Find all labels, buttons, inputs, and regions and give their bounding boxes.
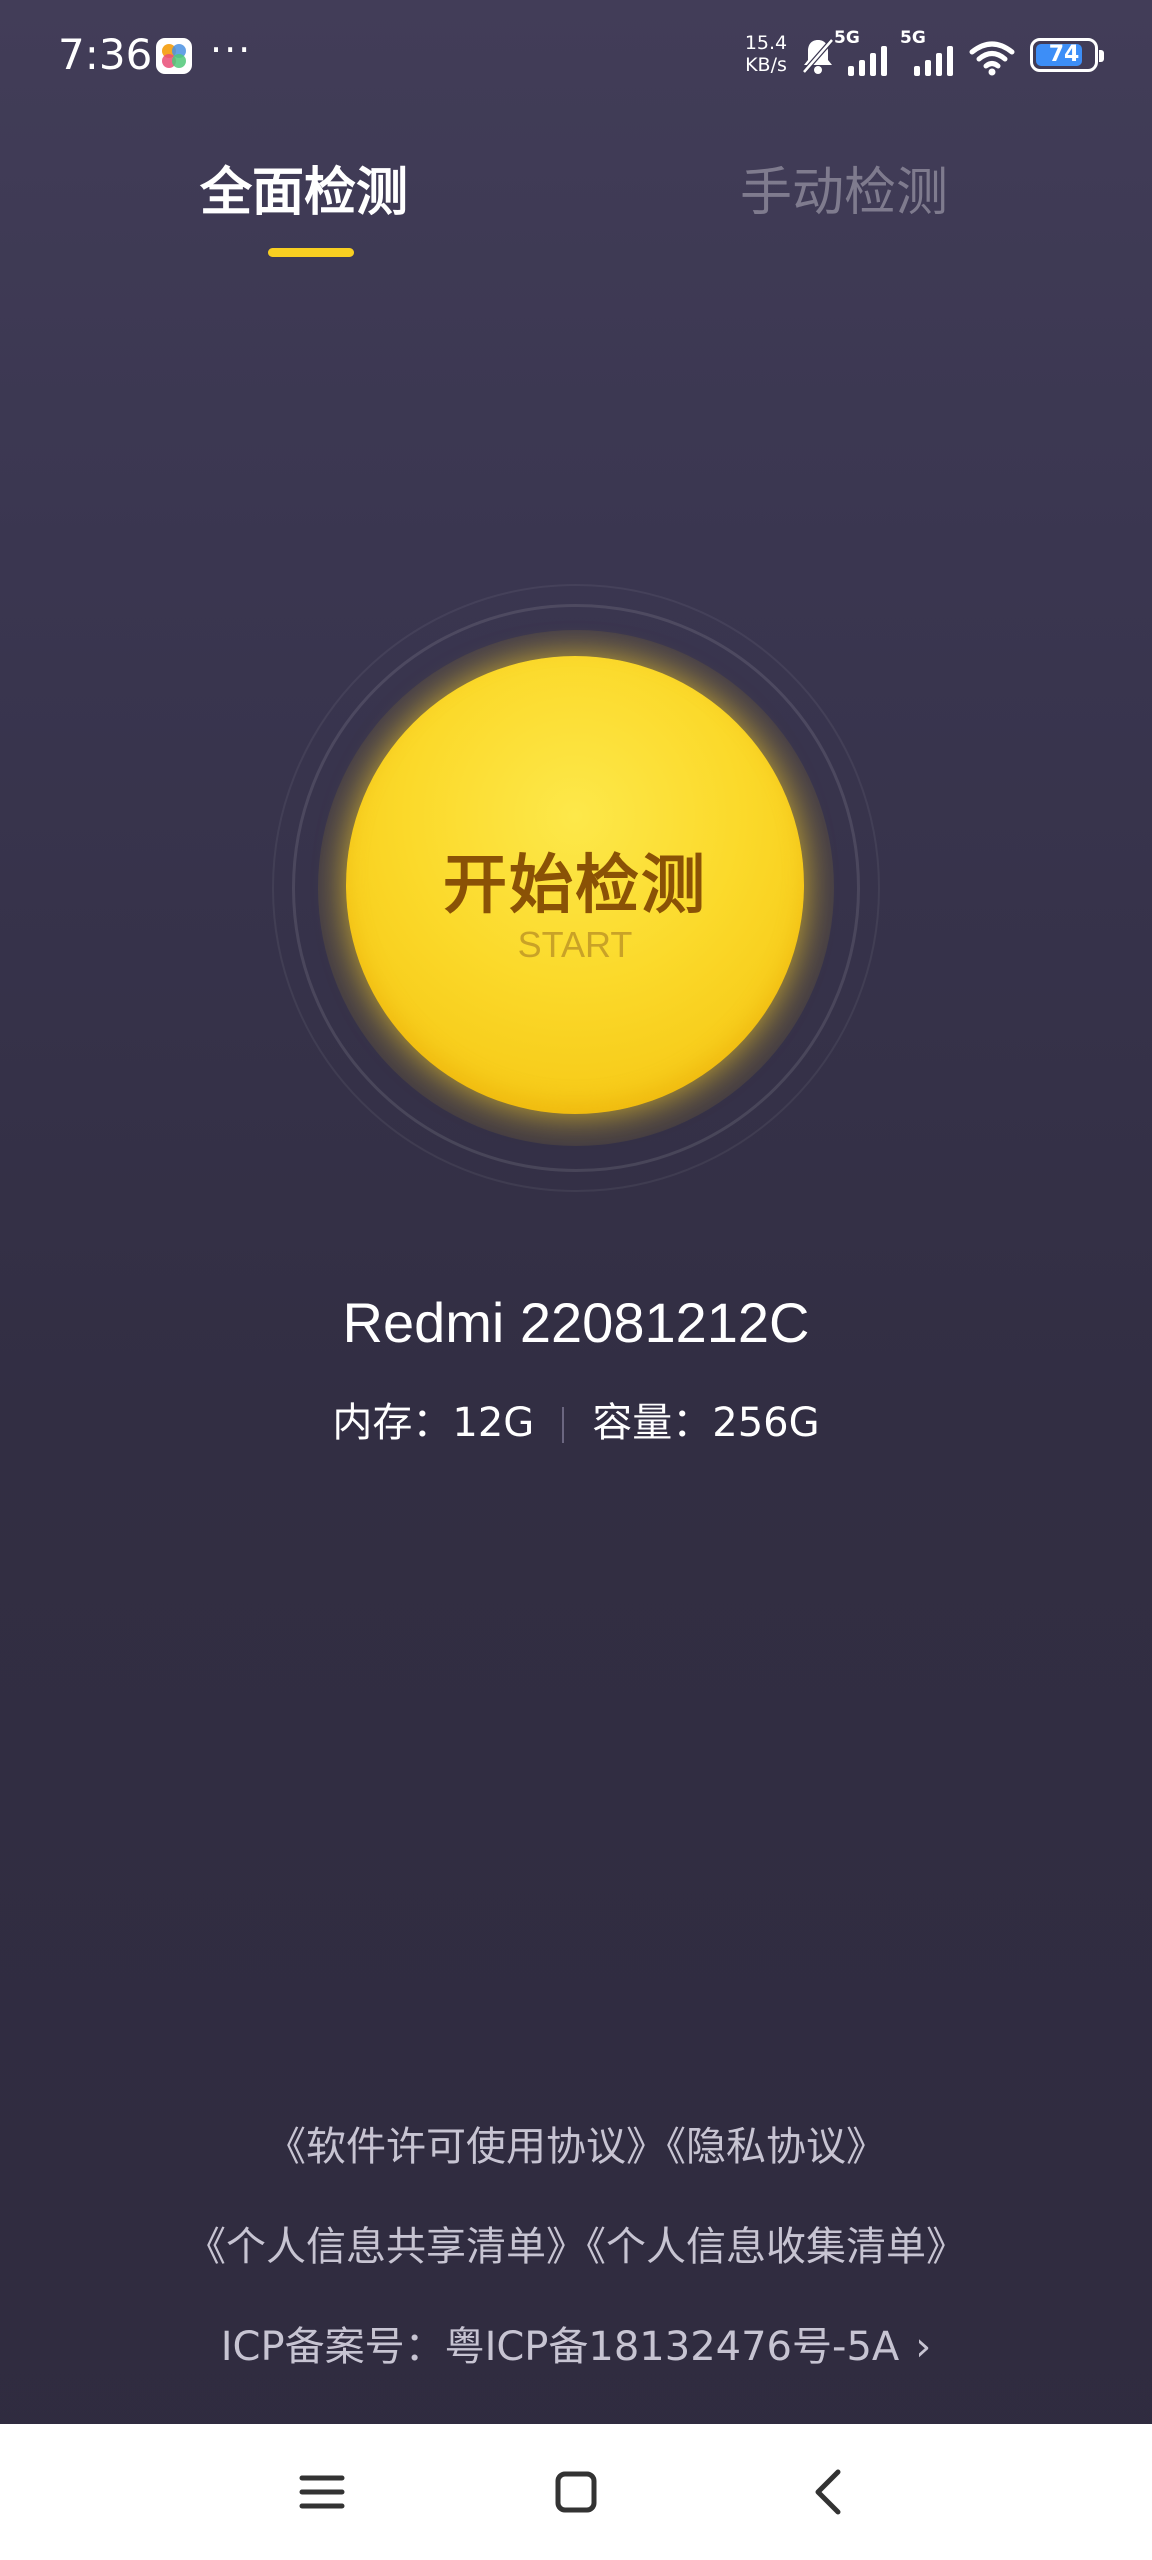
mute-bell-icon bbox=[802, 38, 834, 74]
menu-icon[interactable] bbox=[292, 2462, 352, 2522]
license-agreement-link[interactable]: 《软件许可使用协议》 bbox=[266, 2124, 666, 2170]
device-storage: 容量：256G bbox=[592, 1400, 820, 1446]
status-time: 7:36 bbox=[58, 30, 153, 79]
device-model: Redmi 22081212C bbox=[342, 1291, 810, 1354]
tab-full-check[interactable]: 全面检测 bbox=[200, 150, 408, 225]
network-speed-value: 15.4 bbox=[744, 32, 788, 54]
battery-icon: 74 bbox=[1030, 38, 1104, 72]
home-icon[interactable] bbox=[546, 2462, 606, 2522]
tab-manual-check[interactable]: 手动检测 bbox=[740, 150, 948, 225]
start-button-sublabel: START bbox=[517, 924, 633, 965]
agreement-links: 《软件许可使用协议》《隐私协议》 bbox=[0, 2114, 1152, 2172]
battery-nub bbox=[1099, 50, 1104, 62]
network-speed: 15.4 KB/s bbox=[744, 32, 788, 76]
icp-record-link[interactable]: ICP备案号：粤ICP备18132476号-5A › bbox=[0, 2314, 1152, 2372]
chevron-right-icon: › bbox=[915, 2324, 932, 2370]
status-bar: 7:36 ··· 15.4 KB/s 5G 5G 74 bbox=[0, 0, 1152, 112]
info-collect-list-link[interactable]: 《个人信息收集清单》 bbox=[586, 2224, 966, 2270]
wifi-icon bbox=[969, 41, 1015, 76]
device-specs: 内存：12G 容量：256G bbox=[0, 1390, 1152, 1448]
info-share-list-link[interactable]: 《个人信息共享清单》 bbox=[186, 2224, 586, 2270]
battery-level: 74 bbox=[1048, 42, 1080, 67]
app-icon bbox=[156, 38, 192, 74]
device-memory: 内存：12G bbox=[332, 1400, 535, 1446]
icp-record-text: ICP备案号：粤ICP备18132476号-5A bbox=[220, 2324, 900, 2370]
back-icon[interactable] bbox=[800, 2462, 860, 2522]
signal-icon bbox=[914, 46, 953, 76]
privacy-agreement-link[interactable]: 《隐私协议》 bbox=[666, 2124, 886, 2170]
signal-icon bbox=[848, 46, 887, 76]
personal-info-links: 《个人信息共享清单》《个人信息收集清单》 bbox=[0, 2214, 1152, 2272]
start-button-label: 开始检测 bbox=[443, 849, 707, 923]
network-speed-unit: KB/s bbox=[745, 54, 787, 76]
tab-active-indicator bbox=[268, 248, 354, 257]
system-nav-bar bbox=[0, 2424, 1152, 2560]
more-notifications-icon: ··· bbox=[210, 28, 253, 72]
specs-divider bbox=[562, 1407, 565, 1443]
start-check-button[interactable]: 开始检测 START bbox=[346, 656, 804, 1114]
